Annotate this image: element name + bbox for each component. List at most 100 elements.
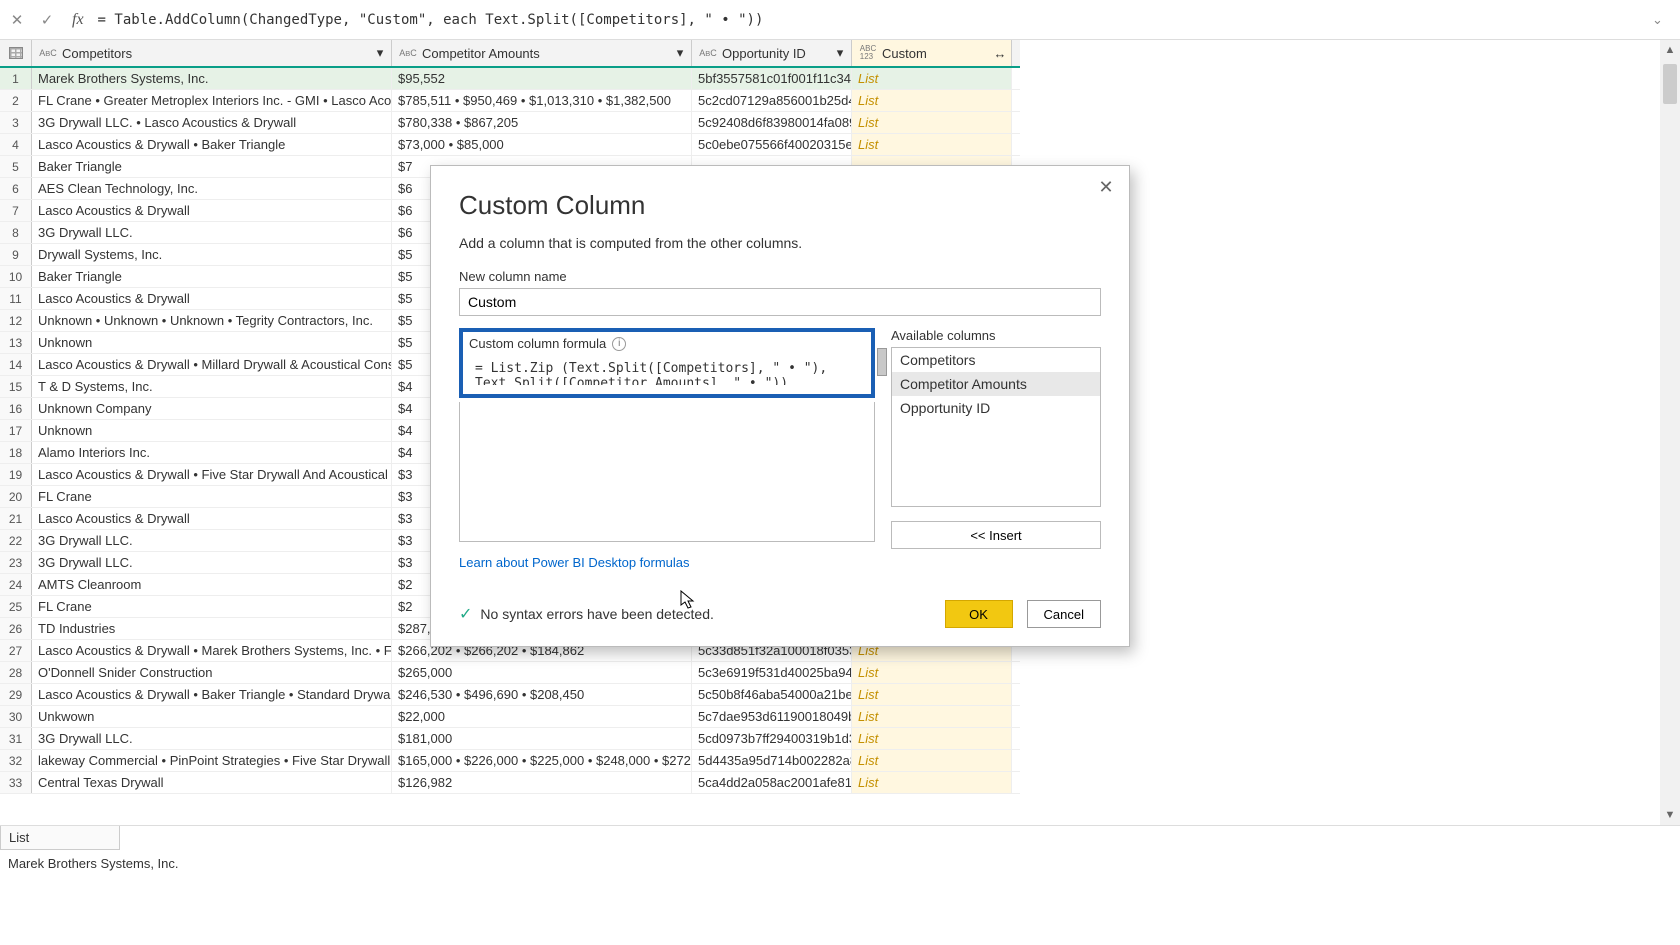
filter-dropdown-icon[interactable]: ▾: [673, 46, 687, 60]
ok-button[interactable]: OK: [945, 600, 1013, 628]
cell-opportunity[interactable]: 5c3e6919f531d40025ba948f: [692, 662, 852, 683]
scroll-down-icon[interactable]: ▼: [1660, 805, 1680, 825]
cell-competitors[interactable]: Drywall Systems, Inc.: [32, 244, 392, 265]
cell-competitors[interactable]: O'Donnell Snider Construction: [32, 662, 392, 683]
cell-custom[interactable]: List: [852, 134, 1012, 155]
cell-competitors[interactable]: Lasco Acoustics & Drywall • Baker Triang…: [32, 684, 392, 705]
table-row[interactable]: 1Marek Brothers Systems, Inc.$95,5525bf3…: [0, 68, 1020, 90]
cell-competitors[interactable]: Lasco Acoustics & Drywall • Baker Triang…: [32, 134, 392, 155]
available-column-item[interactable]: Competitors: [892, 348, 1100, 372]
cancel-formula-icon[interactable]: ✕: [6, 9, 28, 31]
cell-custom[interactable]: List: [852, 728, 1012, 749]
cell-competitors[interactable]: Alamo Interiors Inc.: [32, 442, 392, 463]
cell-amounts[interactable]: $246,530 • $496,690 • $208,450: [392, 684, 692, 705]
cell-custom[interactable]: List: [852, 684, 1012, 705]
cell-custom[interactable]: List: [852, 750, 1012, 771]
col-header-custom[interactable]: ABC123 Custom ↔: [852, 40, 1012, 66]
col-header-competitors[interactable]: ABC Competitors ▾: [32, 40, 392, 66]
table-options-icon[interactable]: [0, 40, 32, 66]
col-header-amounts[interactable]: ABC Competitor Amounts ▾: [392, 40, 692, 66]
available-column-item[interactable]: Opportunity ID: [892, 396, 1100, 420]
table-row[interactable]: 28O'Donnell Snider Construction$265,0005…: [0, 662, 1020, 684]
scroll-up-icon[interactable]: ▲: [1660, 40, 1680, 60]
cell-competitors[interactable]: AES Clean Technology, Inc.: [32, 178, 392, 199]
cell-amounts[interactable]: $165,000 • $226,000 • $225,000 • $248,00…: [392, 750, 692, 771]
preview-tab[interactable]: List: [0, 826, 120, 850]
cell-custom[interactable]: List: [852, 68, 1012, 89]
filter-dropdown-icon[interactable]: ▾: [833, 46, 847, 60]
col-header-opportunity[interactable]: ABC Opportunity ID ▾: [692, 40, 852, 66]
cell-competitors[interactable]: 3G Drywall LLC.: [32, 222, 392, 243]
cell-amounts[interactable]: $95,552: [392, 68, 692, 89]
cell-amounts[interactable]: $785,511 • $950,469 • $1,013,310 • $1,38…: [392, 90, 692, 111]
table-row[interactable]: 33Central Texas Drywall$126,9825ca4dd2a0…: [0, 772, 1020, 794]
table-row[interactable]: 32lakeway Commercial • PinPoint Strategi…: [0, 750, 1020, 772]
vertical-scrollbar[interactable]: ▲ ▼: [1660, 40, 1680, 825]
cell-custom[interactable]: List: [852, 112, 1012, 133]
available-columns-list[interactable]: CompetitorsCompetitor AmountsOpportunity…: [891, 347, 1101, 507]
cell-competitors[interactable]: Lasco Acoustics & Drywall • Millard Dryw…: [32, 354, 392, 375]
filter-dropdown-icon[interactable]: ▾: [373, 46, 387, 60]
cell-opportunity[interactable]: 5c2cd07129a856001b25d449: [692, 90, 852, 111]
cell-amounts[interactable]: $181,000: [392, 728, 692, 749]
cell-competitors[interactable]: FL Crane: [32, 486, 392, 507]
cell-opportunity[interactable]: 5cd0973b7ff29400319b1d37: [692, 728, 852, 749]
table-row[interactable]: 29Lasco Acoustics & Drywall • Baker Tria…: [0, 684, 1020, 706]
cell-competitors[interactable]: Central Texas Drywall: [32, 772, 392, 793]
splitter-handle[interactable]: [877, 348, 887, 376]
cell-opportunity[interactable]: 5d4435a95d714b002282a855: [692, 750, 852, 771]
cell-competitors[interactable]: TD Industries: [32, 618, 392, 639]
cell-competitors[interactable]: Unkwown: [32, 706, 392, 727]
available-column-item[interactable]: Competitor Amounts: [892, 372, 1100, 396]
cell-opportunity[interactable]: 5c50b8f46aba54000a21be03: [692, 684, 852, 705]
cancel-button[interactable]: Cancel: [1027, 600, 1101, 628]
expand-column-icon[interactable]: ↔: [993, 46, 1007, 60]
info-icon[interactable]: i: [612, 337, 626, 351]
table-row[interactable]: 33G Drywall LLC. • Lasco Acoustics & Dry…: [0, 112, 1020, 134]
expand-formula-icon[interactable]: ⌄: [1652, 12, 1674, 28]
scroll-thumb[interactable]: [1663, 64, 1677, 104]
cell-amounts[interactable]: $780,338 • $867,205: [392, 112, 692, 133]
cell-opportunity[interactable]: 5ca4dd2a058ac2001afe814b: [692, 772, 852, 793]
cell-competitors[interactable]: Marek Brothers Systems, Inc.: [32, 68, 392, 89]
confirm-formula-icon[interactable]: ✓: [36, 9, 58, 31]
cell-competitors[interactable]: lakeway Commercial • PinPoint Strategies…: [32, 750, 392, 771]
cell-competitors[interactable]: T & D Systems, Inc.: [32, 376, 392, 397]
cell-amounts[interactable]: $265,000: [392, 662, 692, 683]
cell-competitors[interactable]: Baker Triangle: [32, 266, 392, 287]
cell-opportunity[interactable]: 5c92408d6f83980014fa089c: [692, 112, 852, 133]
cell-custom[interactable]: List: [852, 772, 1012, 793]
cell-custom[interactable]: List: [852, 90, 1012, 111]
cell-competitors[interactable]: Unknown Company: [32, 398, 392, 419]
cell-competitors[interactable]: Unknown • Unknown • Unknown • Tegrity Co…: [32, 310, 392, 331]
table-row[interactable]: 30Unkwown$22,0005c7dae953d61190018049b44…: [0, 706, 1020, 728]
formula-textarea[interactable]: [459, 402, 875, 542]
cell-competitors[interactable]: Lasco Acoustics & Drywall: [32, 508, 392, 529]
cell-opportunity[interactable]: 5c7dae953d61190018049b44: [692, 706, 852, 727]
table-row[interactable]: 2FL Crane • Greater Metroplex Interiors …: [0, 90, 1020, 112]
cell-opportunity[interactable]: 5c0ebe075566f40020315e29: [692, 134, 852, 155]
formula-text[interactable]: = Table.AddColumn(ChangedType, "Custom",…: [98, 12, 1644, 28]
cell-competitors[interactable]: 3G Drywall LLC. • Lasco Acoustics & Dryw…: [32, 112, 392, 133]
close-icon[interactable]: ✕: [1095, 176, 1117, 198]
cell-competitors[interactable]: Lasco Acoustics & Drywall: [32, 288, 392, 309]
table-row[interactable]: 4Lasco Acoustics & Drywall • Baker Trian…: [0, 134, 1020, 156]
cell-competitors[interactable]: Lasco Acoustics & Drywall • Marek Brothe…: [32, 640, 392, 661]
cell-custom[interactable]: List: [852, 706, 1012, 727]
learn-link[interactable]: Learn about Power BI Desktop formulas: [459, 555, 690, 570]
cell-competitors[interactable]: AMTS Cleanroom: [32, 574, 392, 595]
column-name-input[interactable]: [459, 288, 1101, 316]
table-row[interactable]: 313G Drywall LLC.$181,0005cd0973b7ff2940…: [0, 728, 1020, 750]
insert-button[interactable]: << Insert: [891, 521, 1101, 549]
cell-competitors[interactable]: Lasco Acoustics & Drywall • Five Star Dr…: [32, 464, 392, 485]
cell-opportunity[interactable]: 5bf3557581c01f001f11c34f: [692, 68, 852, 89]
cell-competitors[interactable]: 3G Drywall LLC.: [32, 530, 392, 551]
cell-custom[interactable]: List: [852, 662, 1012, 683]
cell-competitors[interactable]: Unknown: [32, 332, 392, 353]
cell-competitors[interactable]: 3G Drywall LLC.: [32, 552, 392, 573]
cell-competitors[interactable]: FL Crane • Greater Metroplex Interiors I…: [32, 90, 392, 111]
cell-amounts[interactable]: $126,982: [392, 772, 692, 793]
fx-icon[interactable]: fx: [66, 11, 90, 29]
cell-competitors[interactable]: FL Crane: [32, 596, 392, 617]
cell-competitors[interactable]: Baker Triangle: [32, 156, 392, 177]
